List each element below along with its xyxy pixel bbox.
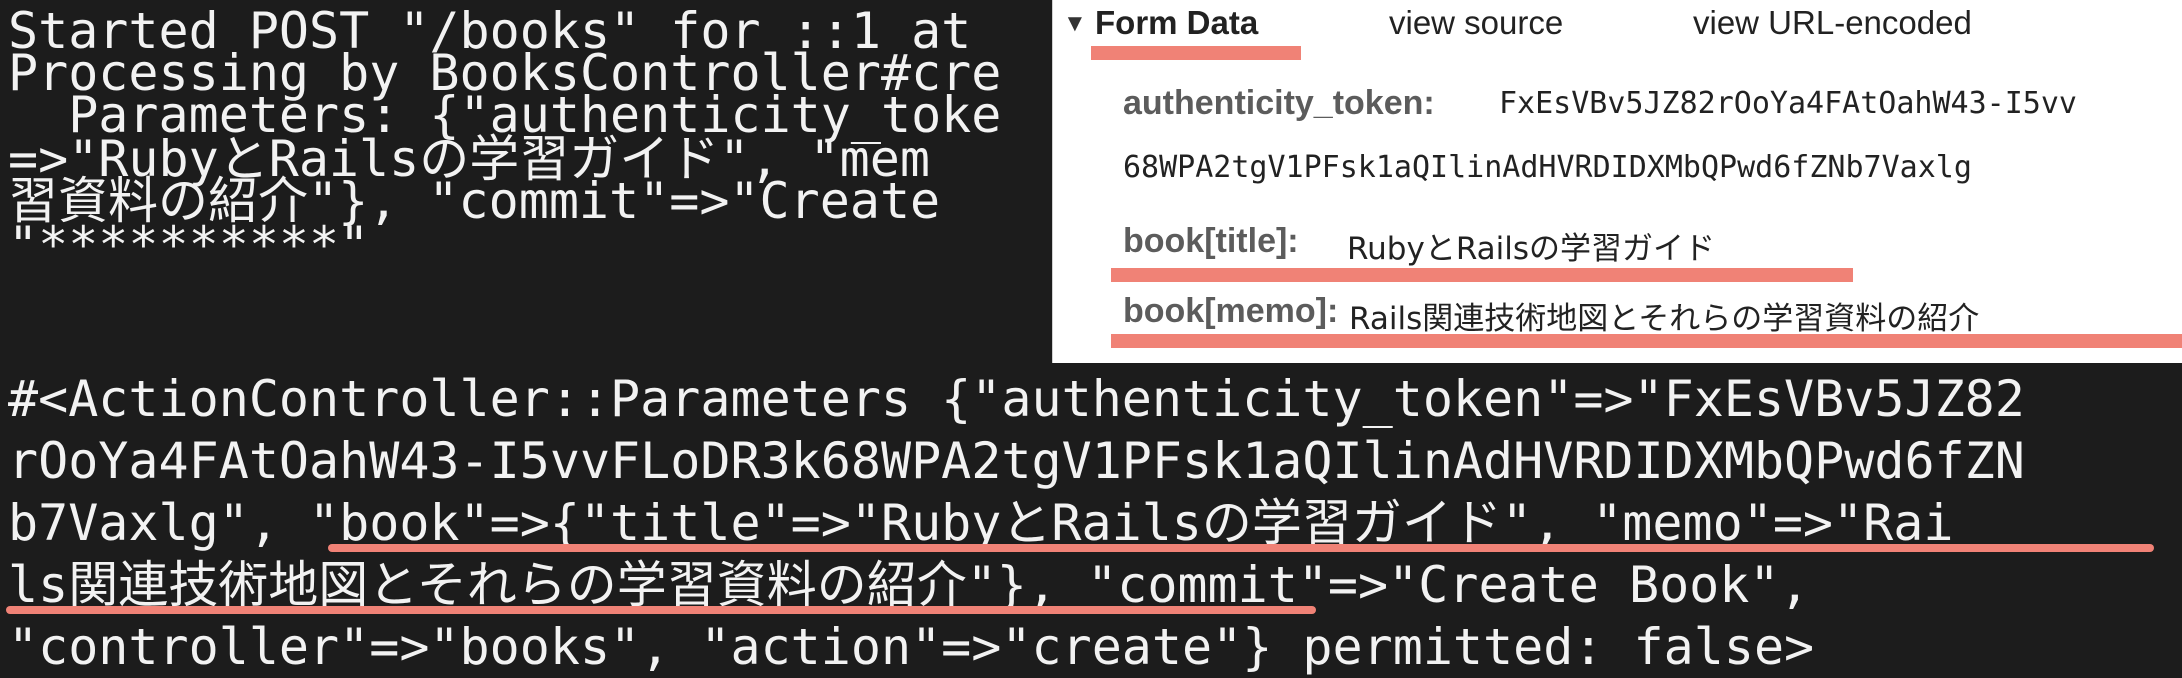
disclosure-triangle-icon[interactable]: ▼ [1063, 10, 1087, 38]
field-key-book-memo: book[memo]: [1123, 292, 1339, 330]
field-key-book-title: book[title]: [1123, 222, 1299, 260]
form-data-panel: ▼ Form Data view source view URL-encoded… [1052, 0, 2182, 363]
view-url-encoded-link[interactable]: view URL-encoded [1693, 4, 1972, 42]
terminal-line: #<ActionController::Parameters {"authent… [8, 370, 2025, 428]
field-value-authenticity-token-cont: 68WPA2tgV1PFsk1aQIlinAdHVRDIDXMbQPwd6fZN… [1123, 150, 1972, 185]
view-source-link[interactable]: view source [1389, 4, 1563, 42]
terminal-line: "**********" [8, 216, 370, 274]
terminal-line: "controller"=>"books", "action"=>"create… [8, 618, 1815, 676]
book-params-underline [328, 544, 2154, 552]
terminal-line: rOoYa4FAtOahW43-I5vvFLoDR3k68WPA2tgV1PFs… [8, 432, 2025, 490]
book-memo-underline [1111, 334, 2182, 348]
field-value-book-memo: Rails関連技術地図とそれらの学習資料の紹介 [1349, 301, 1980, 337]
field-key-authenticity-token: authenticity_token: [1123, 84, 1435, 122]
field-value-authenticity-token: FxEsVBv5JZ82rOoYa4FAtOahW43-I5vv [1499, 86, 2077, 121]
field-value-book-title: RubyとRailsの学習ガイド [1347, 231, 1716, 267]
form-data-title[interactable]: Form Data [1095, 4, 1258, 42]
book-title-underline [1111, 268, 1853, 282]
book-params-underline [6, 606, 1316, 614]
form-data-underline [1091, 46, 1301, 60]
